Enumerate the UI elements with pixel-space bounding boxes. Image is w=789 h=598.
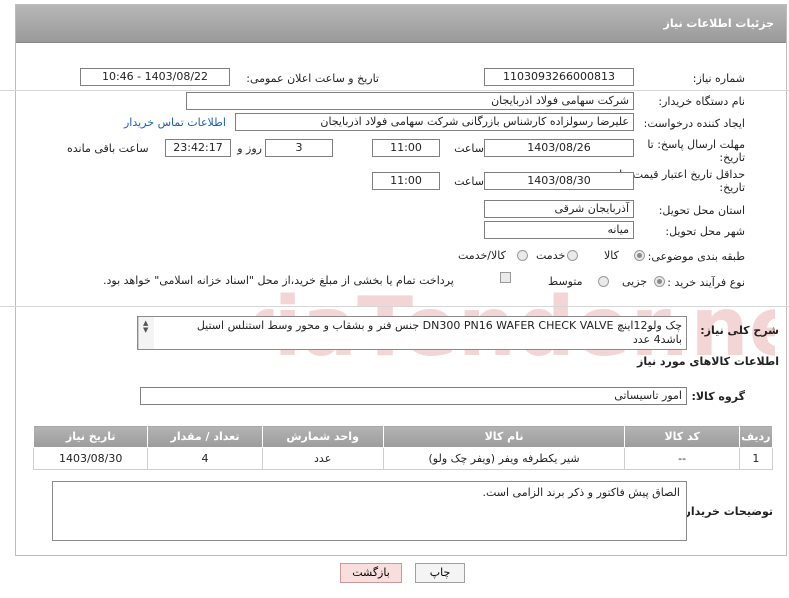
summary-textarea[interactable]: ▲ ▼ چک ولو12اینچ DN300 PN16 WAFER CHECK … bbox=[137, 316, 687, 350]
time-remaining-field: 23:42:17 bbox=[165, 139, 231, 157]
announce-datetime-field: 1403/08/22 - 10:46 bbox=[80, 68, 230, 86]
city-field: میانه bbox=[484, 221, 634, 239]
col-header-unit: واحد شمارش bbox=[261, 425, 384, 448]
process-medium-radio[interactable] bbox=[598, 276, 609, 287]
category-service-radio[interactable] bbox=[567, 250, 578, 261]
announce-datetime-label: تاریخ و ساعت اعلان عمومی: bbox=[246, 72, 379, 85]
goods-info-title: اطلاعات کالاهای مورد نیاز bbox=[637, 355, 779, 368]
category-goods-service-label: کالا/خدمت bbox=[458, 249, 506, 262]
print-button[interactable]: چاپ bbox=[415, 563, 465, 583]
treasury-payment-note: پرداخت تمام یا بخشی از مبلغ خرید،از محل … bbox=[103, 274, 454, 287]
table-header-row: ردیف کد کالا نام کالا واحد شمارش تعداد /… bbox=[32, 425, 774, 448]
buyer-notes-box: الصاق پیش فاکتور و ذکر برند الزامی است. bbox=[52, 481, 687, 541]
creator-label: ایجاد کننده درخواست: bbox=[643, 117, 745, 130]
category-goods-label: کالا bbox=[604, 249, 619, 262]
validity-label: حداقل تاریخ اعتبار قیمت: تا bbox=[619, 168, 745, 181]
col-header-name: نام کالا bbox=[382, 425, 626, 448]
col-header-quantity: تعداد / مقدار bbox=[147, 425, 263, 448]
table-row: 1 -- شیر یکطرفه ویفر (ویفر چک ولو) عدد 4… bbox=[32, 447, 774, 470]
summary-label: شرح کلی نیاز: bbox=[700, 324, 779, 337]
panel-title: جزئیات اطلاعات نیاز bbox=[663, 17, 775, 30]
cell-quantity: 4 bbox=[147, 447, 263, 470]
cell-unit: عدد bbox=[261, 447, 384, 470]
treasury-payment-checkbox[interactable] bbox=[500, 272, 511, 283]
col-header-row-number: ردیف bbox=[738, 425, 774, 448]
col-header-need-date: تاریخ نیاز bbox=[32, 425, 149, 448]
category-goods-service-radio[interactable] bbox=[517, 250, 528, 261]
cell-need-date: 1403/08/30 bbox=[32, 447, 149, 470]
goods-group-field: امور تاسیساتی bbox=[140, 387, 687, 405]
cell-code: -- bbox=[624, 447, 740, 470]
buyer-org-label: نام دستگاه خریدار: bbox=[658, 95, 745, 108]
days-remaining-field: 3 bbox=[265, 139, 333, 157]
panel-header: جزئیات اطلاعات نیاز bbox=[16, 5, 786, 43]
province-label: استان محل تحویل: bbox=[658, 204, 745, 217]
cell-row-number: 1 bbox=[738, 447, 774, 470]
province-field: آذربایجان شرقی bbox=[484, 200, 634, 218]
days-label: روز و bbox=[237, 142, 262, 155]
category-service-label: خدمت bbox=[536, 249, 566, 262]
scroll-down-icon[interactable]: ▼ bbox=[143, 327, 148, 334]
deadline-time-label: ساعت bbox=[454, 142, 484, 155]
validity-date-field: 1403/08/30 bbox=[484, 172, 634, 190]
category-label: طبقه بندی موضوعی: bbox=[647, 250, 745, 263]
validity-time-label: ساعت bbox=[454, 175, 484, 188]
time-remaining-label: ساعت باقی مانده bbox=[67, 142, 149, 155]
creator-field: علیرضا رسولزاده کارشناس بازرگانی شرکت سه… bbox=[235, 113, 634, 131]
deadline-time-field: 11:00 bbox=[372, 139, 440, 157]
deadline-date-field: 1403/08/26 bbox=[484, 139, 634, 157]
goods-group-label: گروه کالا: bbox=[691, 390, 745, 403]
category-goods-radio[interactable] bbox=[634, 250, 645, 261]
validity-time-field: 11:00 bbox=[372, 172, 440, 190]
deadline-date-label: تاریخ: bbox=[719, 151, 745, 164]
process-type-label: نوع فرآیند خرید : bbox=[667, 276, 745, 289]
need-number-field: 1103093266000813 bbox=[484, 68, 634, 86]
deadline-label: مهلت ارسال پاسخ: تا bbox=[647, 138, 745, 151]
goods-table: ردیف کد کالا نام کالا واحد شمارش تعداد /… bbox=[32, 425, 774, 470]
buyer-org-field: شرکت سهامی فولاد اذربایجان bbox=[186, 92, 634, 110]
process-minor-radio[interactable] bbox=[654, 276, 665, 287]
summary-line-2: باشد4 عدد bbox=[632, 333, 682, 346]
process-minor-label: جزیی bbox=[622, 275, 648, 288]
need-number-label: شماره نیاز: bbox=[692, 72, 745, 85]
city-label: شهر محل تحویل: bbox=[665, 225, 745, 238]
summary-scrollbar[interactable]: ▲ ▼ bbox=[138, 317, 154, 349]
buyer-notes-label: توضیحات خریدار: bbox=[680, 505, 773, 518]
cell-name: شیر یکطرفه ویفر (ویفر چک ولو) bbox=[382, 447, 626, 470]
validity-date-label: تاریخ: bbox=[719, 181, 745, 194]
back-button[interactable]: بازگشت bbox=[340, 563, 402, 583]
contact-info-link[interactable]: اطلاعات تماس خریدار bbox=[124, 116, 226, 129]
col-header-code: کد کالا bbox=[624, 425, 740, 448]
summary-line-1: چک ولو12اینچ DN300 PN16 WAFER CHECK VALV… bbox=[196, 319, 682, 332]
process-medium-label: متوسط bbox=[548, 275, 583, 288]
